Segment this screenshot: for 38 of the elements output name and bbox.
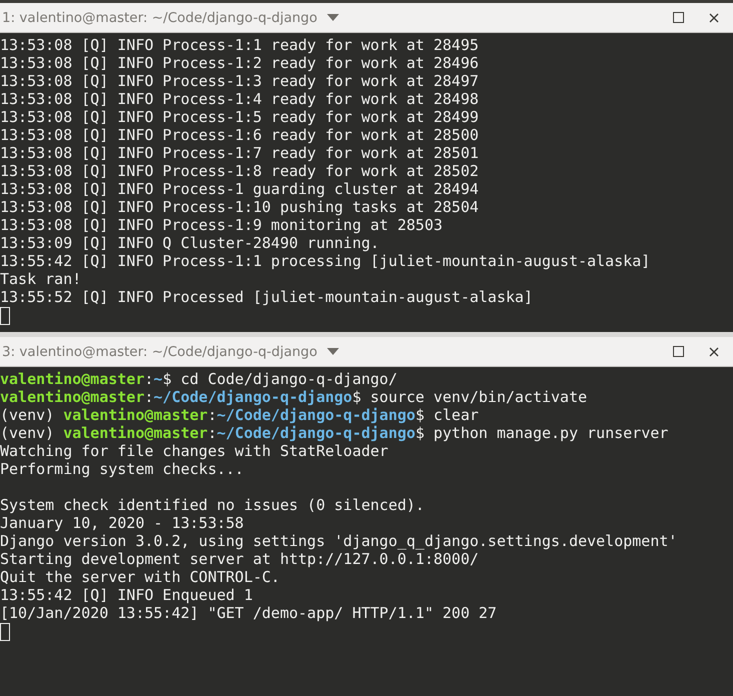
- terminal-line: valentino@master:~$ cd Code/django-q-django/: [0, 370, 398, 388]
- maximize-button[interactable]: [671, 344, 685, 358]
- terminal-line: 13:53:08 [Q] INFO Process-1:7 ready for work at 28501: [0, 144, 480, 162]
- terminal-line: 13:53:08 [Q] INFO Process-1 guarding cluster at 28494: [0, 180, 480, 198]
- window-title: 1: valentino@master: ~/Code/django-q-django: [2, 10, 318, 26]
- maximize-button[interactable]: [671, 10, 685, 24]
- terminal-line: 13:53:08 [Q] INFO Process-1:3 ready for work at 28497: [0, 72, 480, 90]
- terminal-line: 13:55:52 [Q] INFO Processed [juliet-mountain-august-alaska]: [0, 288, 534, 306]
- dropdown-caret-icon[interactable]: [327, 348, 340, 355]
- terminal-line: 13:55:42 [Q] INFO Process-1:1 processing [juliet-mountain-august-alaska]: [0, 252, 652, 270]
- terminal-line: [10/Jan/2020 13:55:42] "GET /demo-app/ HTTP/1.1" 200 27: [0, 604, 498, 622]
- terminal-line: System check identified no issues (0 silenced).: [0, 496, 426, 514]
- terminal-line: 13:53:08 [Q] INFO Process-1:4 ready for work at 28498: [0, 90, 480, 108]
- window-title: 3: valentino@master: ~/Code/django-q-django: [2, 344, 318, 360]
- terminal-line: valentino@master:~/Code/django-q-django$ source venv/bin/activate: [0, 388, 588, 406]
- terminal-line: 13:53:08 [Q] INFO Process-1:1 ready for work at 28495: [0, 36, 480, 54]
- terminal-line: Quit the server with CONTROL-C.: [0, 568, 281, 586]
- terminal-line: 13:53:09 [Q] INFO Q Cluster-28490 running.: [0, 234, 380, 252]
- terminal-line: 13:53:08 [Q] INFO Process-1:10 pushing tasks at 28504: [0, 198, 480, 216]
- terminal-line: 13:53:08 [Q] INFO Process-1:8 ready for work at 28502: [0, 162, 480, 180]
- terminal-line: (venv) valentino@master:~/Code/django-q-django$ clear: [0, 406, 480, 424]
- terminal-line: 13:53:08 [Q] INFO Process-1:9 monitoring at 28503: [0, 216, 444, 234]
- dropdown-caret-icon[interactable]: [327, 14, 340, 21]
- terminal-line: (venv) valentino@master:~/Code/django-q-django$ python manage.py runserver: [0, 424, 670, 442]
- terminal-line: 13:53:08 [Q] INFO Process-1:6 ready for work at 28500: [0, 126, 480, 144]
- terminal-line: Starting development server at http://127.0.0.1:8000/: [0, 550, 480, 568]
- terminal-line: Watching for file changes with StatReloader: [0, 442, 390, 460]
- terminal-line: Task ran!: [0, 270, 82, 288]
- terminal-line: Performing system checks...: [0, 460, 245, 478]
- close-button[interactable]: [707, 344, 721, 358]
- cursor-icon: [0, 623, 10, 641]
- terminal-line: 13:53:08 [Q] INFO Process-1:2 ready for work at 28496: [0, 54, 480, 72]
- terminal-line: 13:55:42 [Q] INFO Enqueued 1: [0, 586, 254, 604]
- terminal-line: January 10, 2020 - 13:53:58: [0, 514, 245, 532]
- cursor-icon: [0, 307, 10, 325]
- close-button[interactable]: [707, 10, 721, 24]
- terminal-line: 13:53:08 [Q] INFO Process-1:5 ready for work at 28499: [0, 108, 480, 126]
- terminal-line: Django version 3.0.2, using settings 'django_q_django.settings.development': [0, 532, 678, 550]
